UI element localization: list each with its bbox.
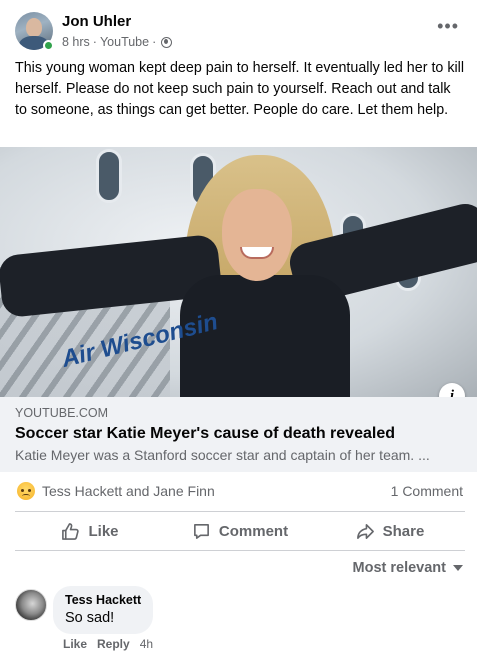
post-source: YouTube	[99, 35, 150, 49]
share-label: Share	[382, 522, 425, 540]
post-meta: 8 hrs · YouTube ·	[62, 35, 173, 49]
meta-separator: ·	[92, 35, 97, 49]
comment-text: So sad!	[65, 610, 115, 626]
comment-like-link[interactable]: Like	[63, 637, 87, 651]
share-button[interactable]: Share	[315, 513, 465, 549]
globe-icon[interactable]	[161, 36, 173, 48]
author-name[interactable]: Jon Uhler	[62, 13, 131, 30]
comment-icon	[193, 523, 209, 539]
commenter-name[interactable]: Tess Hackett	[65, 593, 141, 607]
reaction-names[interactable]: Tess Hackett and Jane Finn	[42, 483, 215, 499]
link-description: Katie Meyer was a Stanford soccer star a…	[15, 447, 430, 463]
comment-time[interactable]: 4h	[140, 637, 153, 651]
divider	[15, 511, 465, 512]
thumbs-up-icon	[62, 522, 80, 540]
post-time[interactable]: 8 hrs	[62, 35, 90, 49]
online-status-dot	[43, 40, 54, 51]
link-preview-image[interactable]: Air Wisconsin	[0, 147, 477, 397]
link-caption[interactable]: YOUTUBE.COM Soccer star Katie Meyer's ca…	[0, 397, 477, 472]
post-header: Jon Uhler 8 hrs · YouTube · •••	[0, 0, 477, 56]
link-title[interactable]: Soccer star Katie Meyer's cause of death…	[15, 425, 395, 443]
link-domain: YOUTUBE.COM	[15, 406, 109, 420]
reactions-bar: Tess Hackett and Jane Finn 1 Comment	[0, 480, 477, 502]
comment-button[interactable]: Comment	[165, 513, 315, 549]
sort-label: Most relevant	[352, 560, 446, 576]
comment-count[interactable]: 1 Comment	[391, 483, 463, 499]
comment-sort-dropdown[interactable]: Most relevant	[353, 560, 463, 576]
sad-reaction-icon[interactable]	[17, 482, 35, 500]
like-button[interactable]: Like	[15, 513, 165, 549]
more-options-icon[interactable]: •••	[437, 16, 459, 36]
comment-label: Comment	[218, 522, 289, 540]
comment-bubble: Tess Hackett So sad!	[53, 586, 154, 634]
commenter-avatar[interactable]	[15, 589, 47, 621]
post-text: This young woman kept deep pain to herse…	[15, 60, 465, 118]
meta-separator: ·	[152, 35, 157, 49]
like-label: Like	[88, 522, 119, 540]
comment-actions: Like Reply 4h	[63, 637, 153, 651]
caret-down-icon	[453, 565, 463, 571]
comment-reply-link[interactable]: Reply	[97, 637, 130, 651]
divider	[15, 550, 465, 551]
share-icon	[356, 523, 374, 539]
post-actions: Like Comment Share	[15, 513, 465, 549]
